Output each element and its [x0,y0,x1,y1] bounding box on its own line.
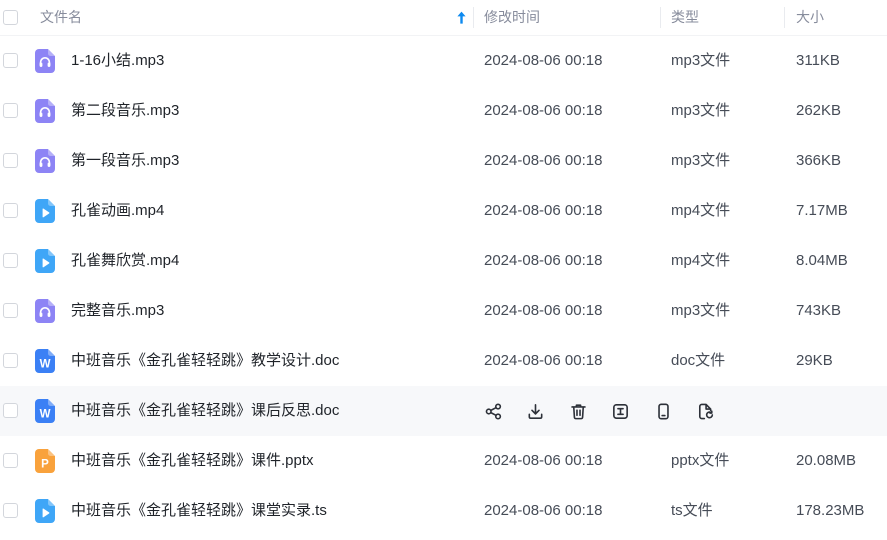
share-icon [484,402,503,421]
row-checkbox[interactable] [3,153,18,168]
rename-button[interactable] [609,399,633,423]
table-row[interactable]: 孔雀舞欣赏.mp4 2024-08-06 00:18 mp4文件 8.04MB [0,236,887,286]
file-name[interactable]: 孔雀动画.mp4 [71,186,164,236]
file-type: mp4文件 [671,202,731,219]
file-size: 743KB [796,302,842,319]
list-header: 文件名 修改时间 类型 大小 [0,0,887,36]
file-size: 311KB [796,52,840,69]
column-header-type[interactable]: 类型 [660,0,785,35]
modified-time: 2024-08-06 00:18 [484,452,603,469]
column-header-type-label: 类型 [671,9,699,25]
file-list: 文件名 修改时间 类型 大小 1-16小结.mp3 2024-08-06 00:1… [0,0,887,540]
download-button[interactable] [524,399,548,423]
table-row[interactable]: 第二段音乐.mp3 2024-08-06 00:18 mp3文件 262KB [0,86,887,136]
file-size: 366KB [796,152,842,169]
audio-file-icon [35,49,55,73]
file-type: doc文件 [671,352,726,369]
file-name[interactable]: 中班音乐《金孔雀轻轻跳》课堂实录.ts [71,486,327,536]
file-name[interactable]: 中班音乐《金孔雀轻轻跳》课件.pptx [71,436,314,486]
row-checkbox[interactable] [3,53,18,68]
row-checkbox[interactable] [3,203,18,218]
share-button[interactable] [481,399,505,423]
word-file-icon: W [35,349,55,373]
table-row[interactable]: W 中班音乐《金孔雀轻轻跳》课后反思.doc [0,386,887,436]
table-row[interactable]: 第一段音乐.mp3 2024-08-06 00:18 mp3文件 366KB [0,136,887,186]
mobile-phone-button[interactable] [651,399,675,423]
mobile-phone-icon [654,402,673,421]
file-type: pptx文件 [671,452,730,469]
table-row[interactable]: P 中班音乐《金孔雀轻轻跳》课件.pptx 2024-08-06 00:18 pptx… [0,436,887,486]
select-all-checkbox[interactable] [3,10,18,25]
file-type: mp4文件 [671,252,731,269]
file-name[interactable]: 1-16小结.mp3 [71,36,164,86]
row-checkbox[interactable] [3,503,18,518]
file-sync-button[interactable] [694,399,718,423]
row-checkbox[interactable] [3,303,18,318]
file-name[interactable]: 第二段音乐.mp3 [71,86,179,136]
file-size: 262KB [796,102,842,119]
file-name[interactable]: 孔雀舞欣赏.mp4 [71,236,179,286]
file-badge-letter: P [41,458,49,470]
table-row[interactable]: 孔雀动画.mp4 2024-08-06 00:18 mp4文件 7.17MB [0,186,887,236]
modified-time: 2024-08-06 00:18 [484,252,603,269]
column-header-modified[interactable]: 修改时间 [473,0,661,35]
file-sync-icon [696,402,715,421]
download-icon [526,402,545,421]
table-row[interactable]: W 中班音乐《金孔雀轻轻跳》教学设计.doc 2024-08-06 00:18 doc… [0,336,887,386]
table-row[interactable]: 完整音乐.mp3 2024-08-06 00:18 mp3文件 743KB [0,286,887,336]
row-checkbox[interactable] [3,403,18,418]
row-checkbox[interactable] [3,453,18,468]
column-header-modified-label: 修改时间 [484,9,540,25]
file-size: 8.04MB [796,252,848,269]
file-type: mp3文件 [671,102,731,119]
ppt-file-icon: P [35,449,55,473]
video-file-icon [35,499,55,523]
file-size: 7.17MB [796,202,848,219]
column-header-name[interactable]: 文件名 [40,0,474,35]
row-actions [481,399,718,423]
word-file-icon: W [35,399,55,423]
rename-icon [611,402,630,421]
audio-file-icon [35,299,55,323]
modified-time: 2024-08-06 00:18 [484,502,603,519]
table-row[interactable]: 1-16小结.mp3 2024-08-06 00:18 mp3文件 311KB [0,36,887,86]
modified-time: 2024-08-06 00:18 [484,102,603,119]
file-name[interactable]: 完整音乐.mp3 [71,286,164,336]
file-type: mp3文件 [671,52,731,69]
delete-icon [569,402,588,421]
modified-time: 2024-08-06 00:18 [484,152,603,169]
file-badge-letter: W [40,358,51,370]
modified-time: 2024-08-06 00:18 [484,302,603,319]
row-checkbox[interactable] [3,103,18,118]
video-file-icon [35,199,55,223]
table-row[interactable]: 中班音乐《金孔雀轻轻跳》课堂实录.ts 2024-08-06 00:18 ts文件 1… [0,486,887,536]
file-type: mp3文件 [671,152,731,169]
column-header-name-label: 文件名 [40,9,82,25]
file-badge-letter: W [40,408,51,420]
file-size: 178.23MB [796,502,865,519]
arrow-up-icon[interactable] [457,11,466,24]
row-checkbox[interactable] [3,353,18,368]
file-name[interactable]: 第一段音乐.mp3 [71,136,179,186]
modified-time: 2024-08-06 00:18 [484,352,603,369]
video-file-icon [35,249,55,273]
row-checkbox[interactable] [3,253,18,268]
delete-button[interactable] [566,399,590,423]
file-type: mp3文件 [671,302,731,319]
column-header-size-label: 大小 [796,9,824,25]
file-name[interactable]: 中班音乐《金孔雀轻轻跳》课后反思.doc [71,386,339,436]
audio-file-icon [35,99,55,123]
audio-file-icon [35,149,55,173]
file-name[interactable]: 中班音乐《金孔雀轻轻跳》教学设计.doc [71,336,339,386]
modified-time: 2024-08-06 00:18 [484,202,603,219]
file-type: ts文件 [671,502,713,519]
file-size: 29KB [796,352,833,369]
file-size: 20.08MB [796,452,857,469]
column-header-size[interactable]: 大小 [784,0,887,35]
modified-time: 2024-08-06 00:18 [484,52,603,69]
